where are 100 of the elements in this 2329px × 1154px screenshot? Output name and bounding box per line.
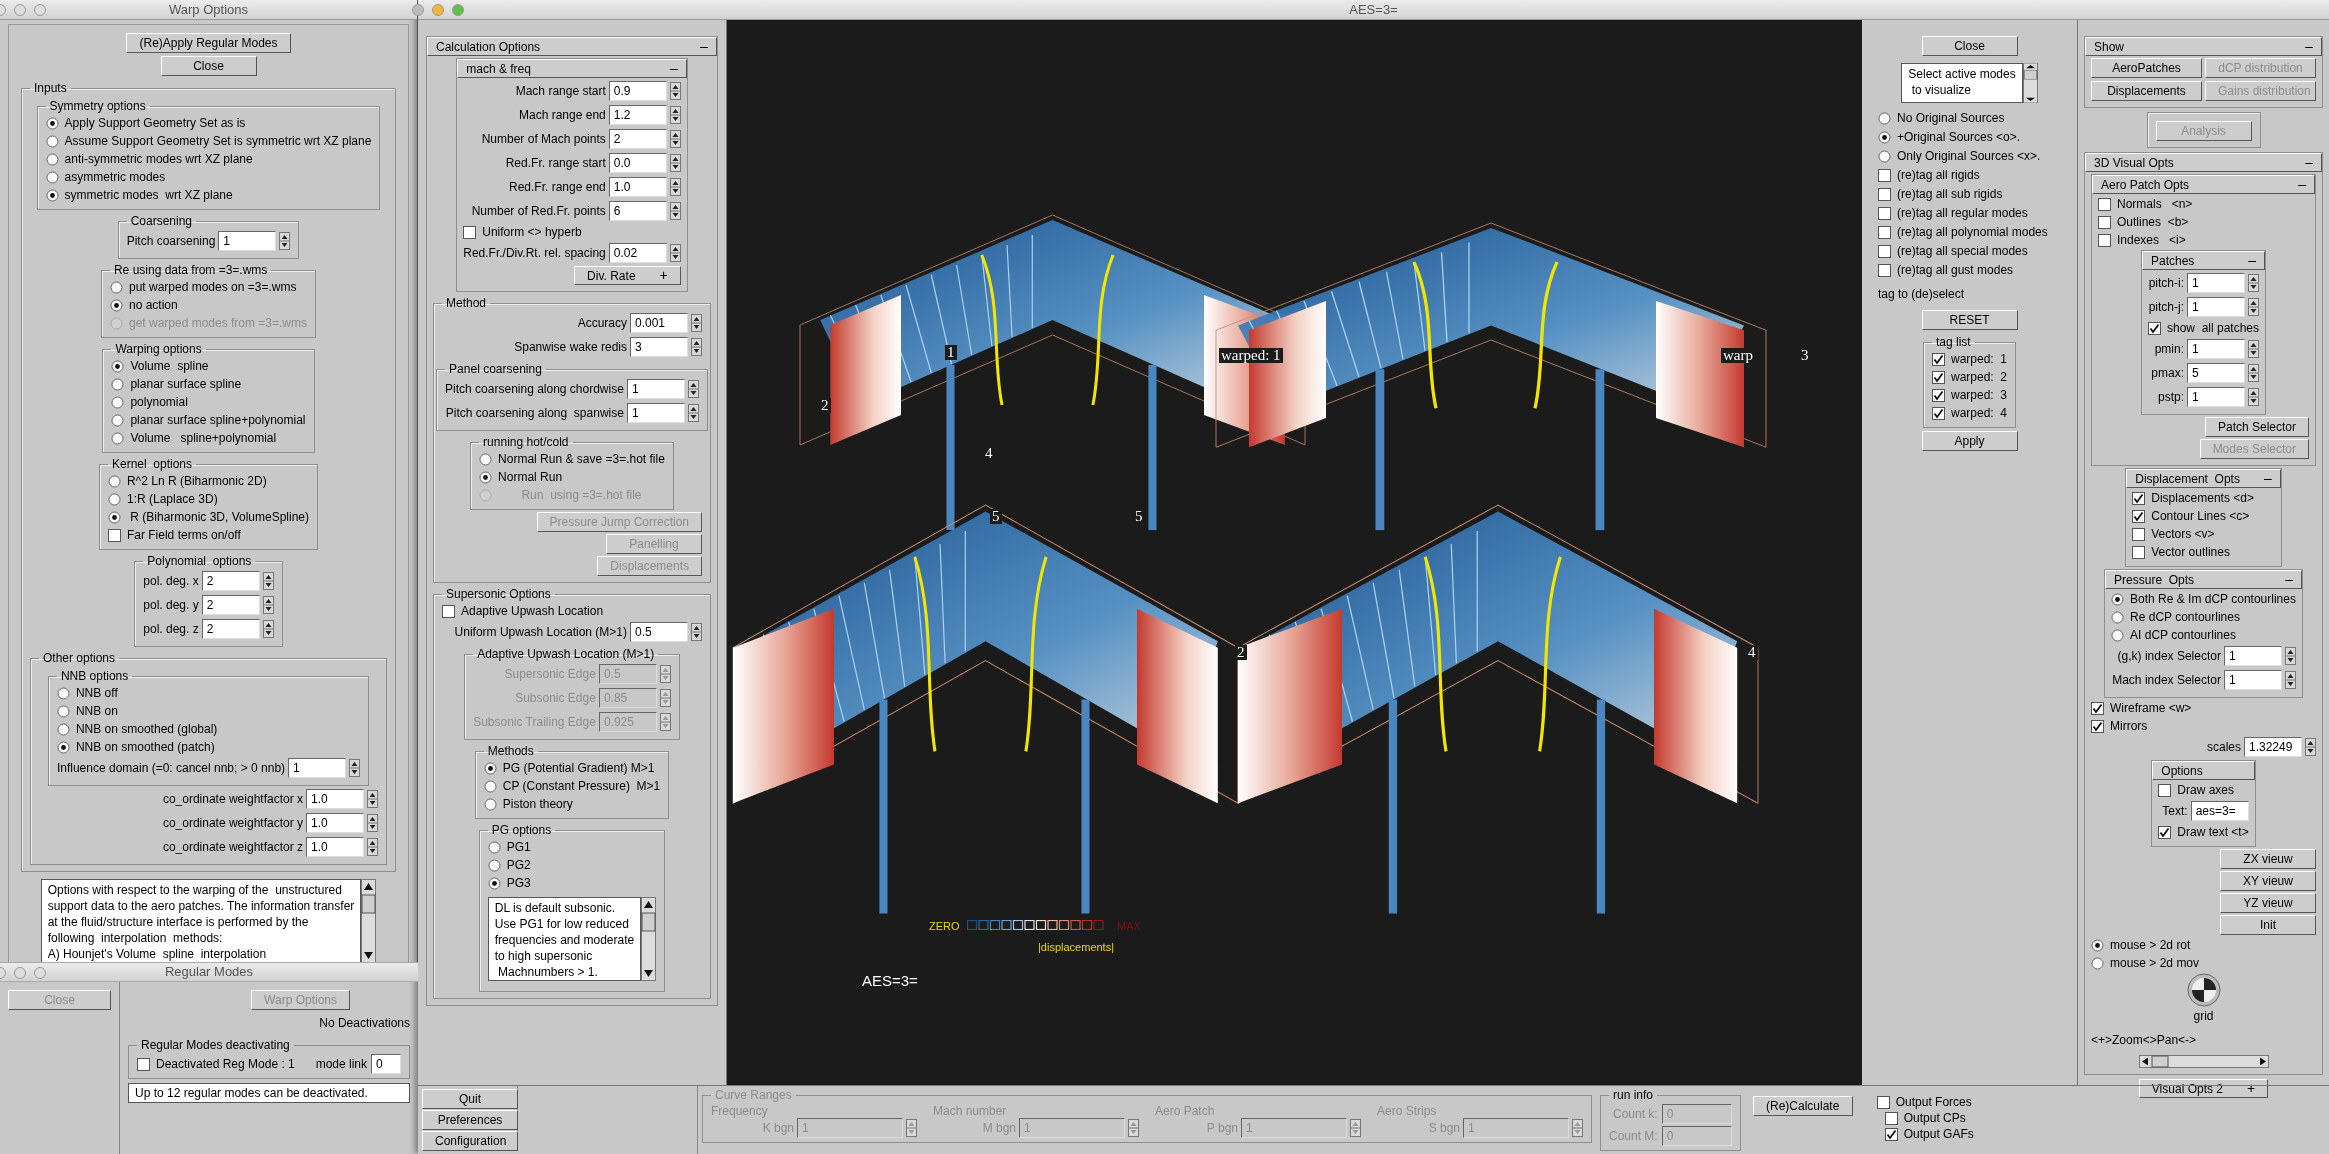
radio-button[interactable] <box>2111 610 2125 624</box>
checkbox[interactable] <box>463 225 477 239</box>
text-field[interactable]: 1 <box>2187 273 2246 293</box>
text-field[interactable]: 1 <box>2187 339 2246 359</box>
spin-arrows[interactable] <box>2284 671 2296 689</box>
radio-button[interactable] <box>45 188 59 202</box>
radio-button[interactable] <box>483 797 497 811</box>
push-button[interactable]: (Re)Calculate <box>1752 1096 1853 1116</box>
spin-arrows[interactable] <box>279 232 291 250</box>
text-field[interactable]: 1.0 <box>306 789 364 809</box>
section-header[interactable]: Displacement Opts – <box>2126 469 2281 488</box>
push-button[interactable]: Close <box>1921 36 2018 56</box>
push-button[interactable]: Quit <box>422 1089 518 1109</box>
spin-arrows[interactable] <box>669 130 681 148</box>
push-button[interactable]: Apply <box>1921 431 2018 451</box>
radio-button[interactable] <box>483 761 497 775</box>
radio-button[interactable] <box>111 395 125 409</box>
section-header[interactable]: Show – <box>2085 37 2322 56</box>
radio-button[interactable] <box>109 298 123 312</box>
checkbox[interactable] <box>137 1057 150 1071</box>
spin-arrows[interactable] <box>367 838 378 856</box>
checkbox[interactable] <box>1931 406 1945 420</box>
text-field[interactable]: 0.02 <box>608 243 667 263</box>
text-field[interactable]: 1 <box>2187 387 2246 407</box>
push-button[interactable]: Patch Selector <box>2204 417 2309 437</box>
radio-button[interactable] <box>56 740 70 754</box>
text-field[interactable]: aes=3= <box>2190 801 2249 821</box>
push-button[interactable]: (Re)Apply Regular Modes <box>126 33 291 53</box>
text-field[interactable]: 1 <box>2223 646 2282 666</box>
spin-arrows[interactable] <box>349 759 361 777</box>
text-field[interactable]: 2 <box>201 571 260 591</box>
push-button[interactable]: RESET <box>1921 310 2018 330</box>
checkbox[interactable] <box>2132 509 2146 523</box>
checkbox[interactable] <box>2158 825 2172 839</box>
checkbox[interactable] <box>2132 527 2146 541</box>
text-field[interactable]: 2 <box>201 595 260 615</box>
expand-button[interactable]: Div. Rate + <box>574 266 681 285</box>
checkbox[interactable] <box>2098 215 2111 229</box>
checkbox[interactable] <box>2091 719 2104 733</box>
radio-button[interactable] <box>2091 938 2104 952</box>
text-field[interactable]: 2 <box>201 619 260 639</box>
text-area[interactable]: Select active modes to visualize <box>1901 63 2023 103</box>
spin-arrows[interactable] <box>669 178 681 196</box>
spin-arrows[interactable] <box>691 623 702 641</box>
checkbox[interactable] <box>442 604 455 618</box>
spin-arrows[interactable] <box>2248 340 2260 358</box>
text-field[interactable]: 0.9 <box>608 81 667 101</box>
vertical-scrollbar[interactable] <box>641 897 657 981</box>
spin-arrows[interactable] <box>2248 364 2260 382</box>
text-field[interactable]: 1.0 <box>306 837 364 857</box>
text-field[interactable]: 0.001 <box>630 313 688 333</box>
radio-button[interactable] <box>45 134 59 148</box>
push-button[interactable]: Preferences <box>422 1110 518 1130</box>
push-button[interactable]: YZ vieuw <box>2220 893 2316 913</box>
radio-button[interactable] <box>2111 628 2125 642</box>
text-field[interactable]: 6 <box>608 201 667 221</box>
radio-button[interactable] <box>56 722 70 736</box>
text-field[interactable]: 0.0 <box>608 153 667 173</box>
push-button[interactable]: AeroPatches <box>2091 58 2202 78</box>
text-field[interactable]: 5 <box>2187 363 2246 383</box>
radio-button[interactable] <box>111 377 125 391</box>
radio-button[interactable] <box>56 704 70 718</box>
spin-arrows[interactable] <box>2305 738 2316 756</box>
radio-button[interactable] <box>487 858 501 872</box>
radio-button[interactable] <box>1878 111 1891 125</box>
spin-arrows[interactable] <box>669 244 681 262</box>
checkbox[interactable] <box>1884 1111 1898 1125</box>
text-field[interactable]: 1 <box>2223 670 2282 690</box>
checkbox[interactable] <box>1884 1127 1898 1141</box>
spin-arrows[interactable] <box>2284 647 2296 665</box>
push-button[interactable]: Init <box>2220 915 2316 935</box>
checkbox[interactable] <box>1878 225 1891 239</box>
radio-button[interactable] <box>107 492 121 506</box>
radio-button[interactable] <box>45 152 59 166</box>
text-area[interactable]: Options with respect to the warping of the unstructured support data to the aero patches. The information transfer at the fluid/structure interface is performed by the following interpolation methods: A) Hounjet's Volume spline interpolation <box>40 879 362 963</box>
spin-arrows[interactable] <box>262 572 274 590</box>
checkbox[interactable] <box>107 528 121 542</box>
checkbox[interactable] <box>1878 168 1891 182</box>
push-button[interactable]: XY vieuw <box>2220 871 2316 891</box>
checkbox[interactable] <box>2098 233 2111 247</box>
text-field[interactable]: 1.0 <box>608 177 667 197</box>
vertical-scrollbar[interactable] <box>361 879 377 963</box>
radio-button[interactable] <box>2091 956 2104 970</box>
checkbox[interactable] <box>1931 370 1945 384</box>
push-button[interactable]: Displacements <box>2091 81 2202 101</box>
spin-arrows[interactable] <box>691 338 702 356</box>
section-header[interactable]: Options <box>2152 761 2255 780</box>
push-button[interactable]: Configuration <box>422 1131 518 1151</box>
push-button[interactable]: ZX vieuw <box>2220 849 2316 869</box>
spin-arrows[interactable] <box>262 596 274 614</box>
checkbox[interactable] <box>1876 1095 1890 1109</box>
section-header[interactable]: Pressure Opts – <box>2105 570 2302 589</box>
radio-button[interactable] <box>479 452 493 466</box>
section-header[interactable]: mach & freq – <box>457 59 687 78</box>
checkbox[interactable] <box>2147 321 2161 335</box>
spin-arrows[interactable] <box>669 154 681 172</box>
spin-arrows[interactable] <box>687 380 699 398</box>
spin-arrows[interactable] <box>2248 388 2260 406</box>
section-header[interactable]: Aero Patch Opts – <box>2092 175 2315 194</box>
radio-button[interactable] <box>487 840 501 854</box>
